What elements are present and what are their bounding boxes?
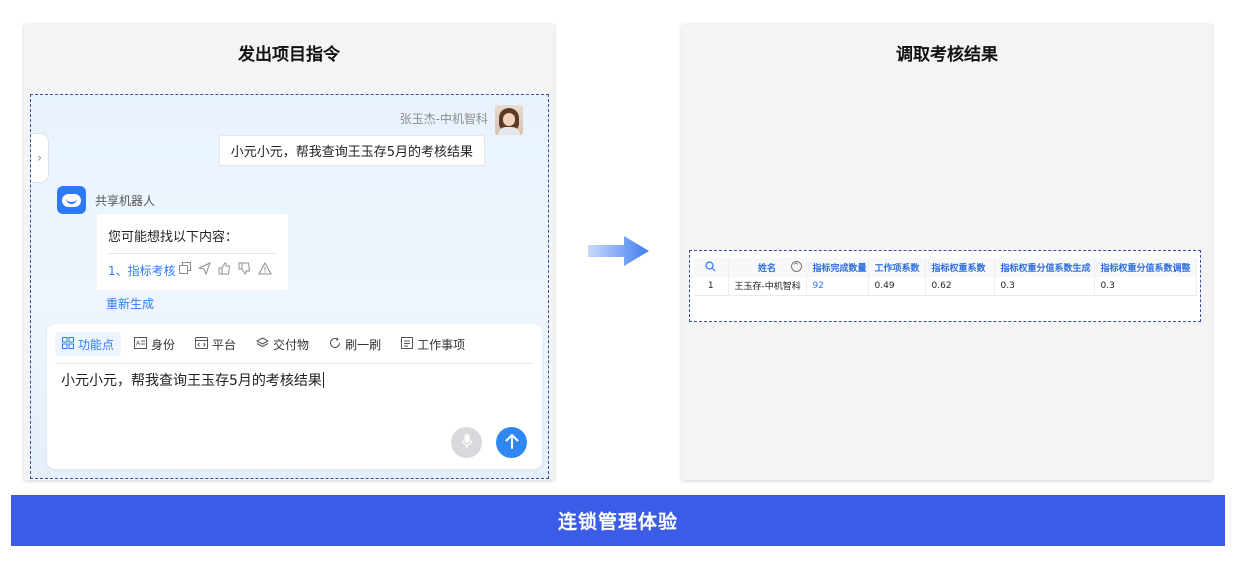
bot-name: 共享机器人 — [95, 194, 156, 208]
tool-label: 功能点 — [78, 337, 115, 352]
tool-label: 刷一刷 — [345, 337, 382, 352]
layers-icon — [256, 336, 270, 352]
chat-window: › 张玉杰-中机智科 小元小元，帮我查询王玉存5月的考核结果 共享机器人 您可能… — [30, 94, 549, 479]
suggestion-link[interactable]: 1、指标考核 — [108, 262, 176, 279]
user-name: 张玉杰-中机智科 — [399, 112, 488, 126]
tool-refresh[interactable]: 刷一刷 — [322, 332, 388, 356]
bot-avatar-icon — [57, 186, 86, 214]
microphone-icon — [461, 433, 473, 453]
tool-function-points[interactable]: 功能点 — [55, 332, 122, 356]
column-header-score-adjusted[interactable]: 指标权重分值系数调整 — [1094, 258, 1197, 277]
svg-text:A: A — [136, 340, 141, 347]
id-card-icon: A — [134, 336, 148, 352]
message-composer: 功能点 A 身份 平台 交付物 刷一刷 工作事项 小元小元，帮我查询王玉存5月的… — [47, 324, 542, 469]
tool-work-items[interactable]: 工作事项 — [394, 332, 472, 356]
voice-input-button[interactable] — [451, 427, 482, 458]
cell-name: 王玉存-中机智科 — [728, 277, 807, 296]
result-panel: 调取考核结果 姓名 ^ 指标完成数量 工作项系数 指标权重系数 指标权重分值系数… — [682, 24, 1212, 480]
column-header-weight-coefficient[interactable]: 指标权重系数 — [925, 258, 995, 277]
tool-platform[interactable]: 平台 — [188, 332, 243, 356]
code-window-icon — [195, 336, 209, 352]
divider — [55, 363, 534, 364]
command-panel: 发出项目指令 › 张玉杰-中机智科 小元小元，帮我查询王玉存5月的考核结果 共享… — [24, 24, 554, 480]
message-input-text: 小元小元，帮我查询王玉存5月的考核结果 — [61, 373, 322, 389]
bot-reply-card: 您可能想找以下内容： 1、指标考核 — [97, 214, 288, 290]
tool-label: 工作事项 — [417, 337, 466, 352]
cell-index: 1 — [694, 277, 729, 296]
table-header-row: 姓名 ^ 指标完成数量 工作项系数 指标权重系数 指标权重分值系数生成 指标权重分… — [694, 258, 1197, 277]
stage: 发出项目指令 › 张玉杰-中机智科 小元小元，帮我查询王玉存5月的考核结果 共享… — [0, 0, 1241, 579]
cell-completed-link[interactable]: 92 — [806, 277, 869, 296]
send-button[interactable] — [496, 427, 527, 458]
result-panel-title: 调取考核结果 — [896, 45, 998, 65]
footer-banner: 连锁管理体验 — [11, 495, 1225, 546]
copy-icon[interactable] — [177, 260, 192, 276]
reply-actions — [177, 260, 272, 276]
message-input[interactable]: 小元小元，帮我查询王玉存5月的考核结果 — [61, 370, 324, 390]
flow-arrow-icon — [588, 234, 650, 272]
command-panel-title: 发出项目指令 — [238, 45, 340, 65]
cell-score-adjusted: 0.3 — [1094, 277, 1197, 296]
share-icon[interactable] — [197, 260, 212, 276]
result-table-frame: 姓名 ^ 指标完成数量 工作项系数 指标权重系数 指标权重分值系数生成 指标权重分… — [689, 250, 1201, 322]
tool-identity[interactable]: A 身份 — [127, 332, 182, 356]
refresh-icon — [329, 337, 341, 352]
table-search-button[interactable] — [694, 258, 729, 277]
result-table: 姓名 ^ 指标完成数量 工作项系数 指标权重系数 指标权重分值系数生成 指标权重分… — [694, 258, 1197, 296]
divider — [108, 253, 277, 254]
column-header-label: 姓名 — [757, 264, 776, 274]
arrow-up-icon — [505, 433, 519, 453]
column-header-work-coefficient[interactable]: 工作项系数 — [868, 258, 926, 277]
table-row: 1 王玉存-中机智科 92 0.49 0.62 0.3 0.3 — [694, 277, 1197, 296]
thumbs-up-icon[interactable] — [217, 260, 232, 276]
tool-deliverables[interactable]: 交付物 — [249, 332, 316, 356]
tool-label: 平台 — [212, 337, 237, 352]
bot-reply-text: 您可能想找以下内容： — [108, 230, 239, 245]
task-list-icon — [401, 336, 414, 352]
column-header-score-generated[interactable]: 指标权重分值系数生成 — [994, 258, 1095, 277]
column-header-name[interactable]: 姓名 ^ — [728, 258, 807, 277]
regenerate-link[interactable]: 重新生成 — [106, 295, 154, 312]
thumbs-down-icon[interactable] — [237, 260, 252, 276]
composer-toolbar: 功能点 A 身份 平台 交付物 刷一刷 工作事项 — [55, 332, 472, 356]
user-message-bubble: 小元小元，帮我查询王玉存5月的考核结果 — [218, 135, 485, 166]
search-icon — [705, 260, 716, 275]
user-avatar — [495, 105, 523, 135]
warning-icon[interactable] — [257, 260, 272, 276]
cell-work-coefficient: 0.49 — [868, 277, 926, 296]
chevron-right-icon: › — [36, 150, 43, 166]
text-caret — [322, 372, 324, 388]
tool-label: 身份 — [151, 337, 176, 352]
sort-icon[interactable]: ^ — [790, 261, 802, 272]
tool-label: 交付物 — [273, 337, 310, 352]
cell-score-generated: 0.3 — [994, 277, 1095, 296]
cell-weight-coefficient: 0.62 — [925, 277, 995, 296]
expand-sidebar-button[interactable]: › — [31, 133, 49, 183]
column-header-completed[interactable]: 指标完成数量 — [806, 258, 869, 277]
grid-icon — [62, 336, 74, 352]
